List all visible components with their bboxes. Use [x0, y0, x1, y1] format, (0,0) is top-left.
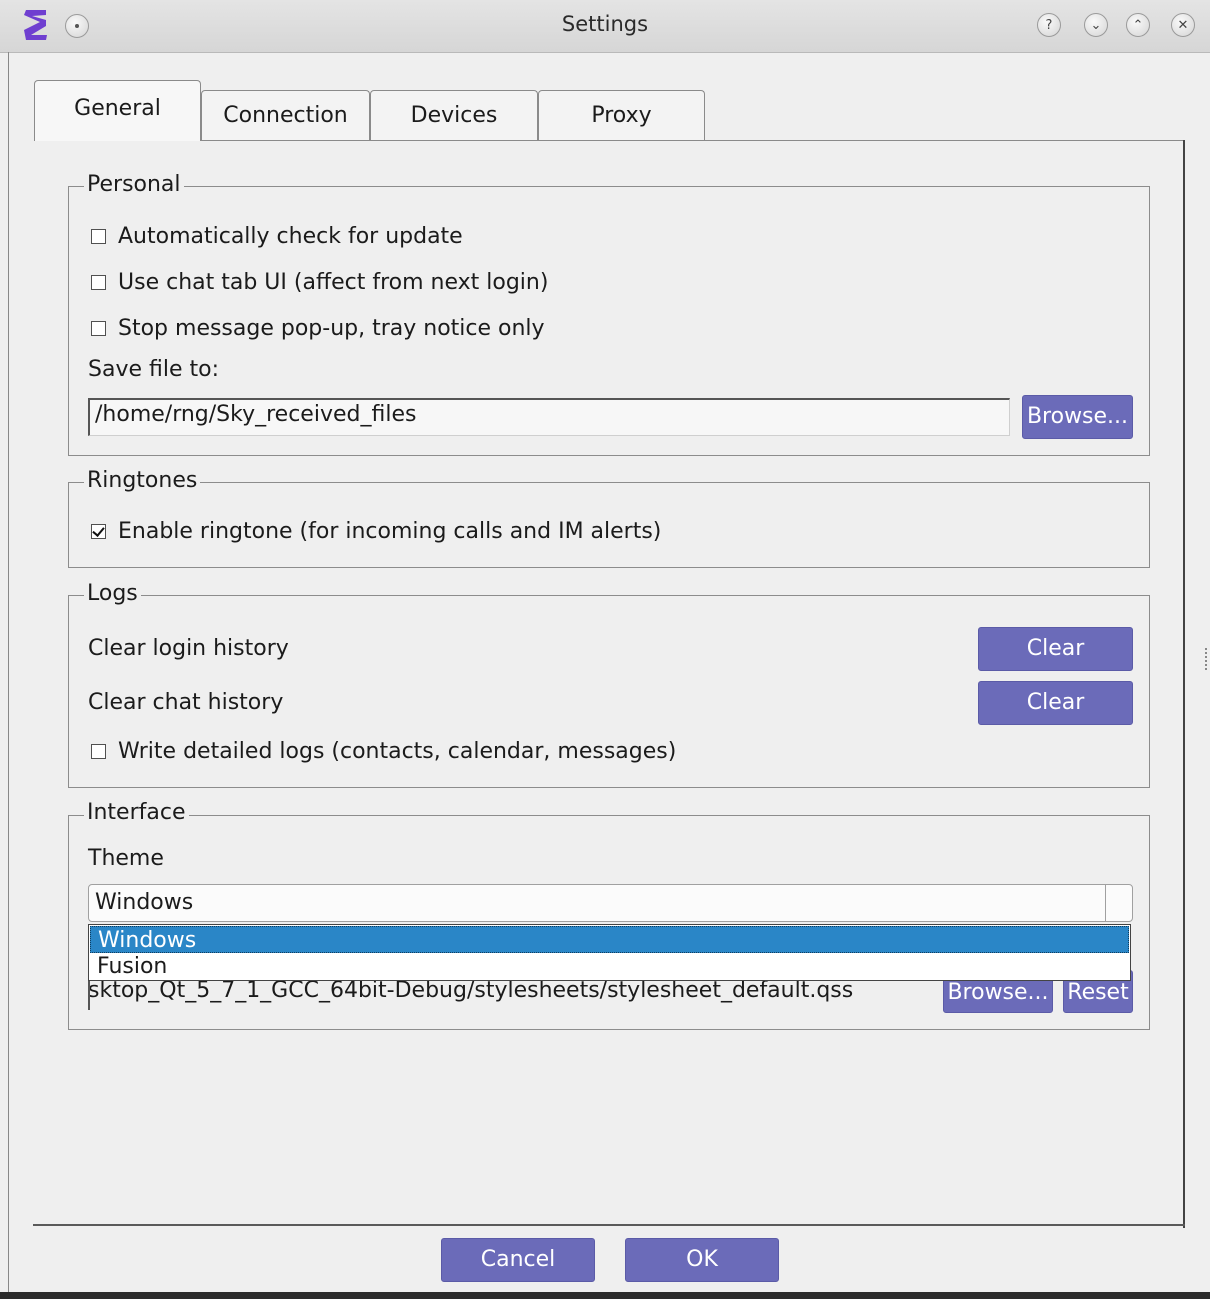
cancel-button[interactable]: Cancel [441, 1238, 595, 1282]
personal-group-title: Personal [84, 172, 184, 198]
resize-grip[interactable] [1205, 648, 1209, 670]
auto-update-checkbox[interactable] [91, 229, 106, 244]
ringtones-group-title: Ringtones [84, 468, 201, 494]
chevron-down-icon[interactable] [1105, 885, 1132, 921]
tab-proxy[interactable]: Proxy [538, 90, 705, 141]
detailed-logs-label[interactable]: Write detailed logs (contacts, calendar,… [118, 739, 676, 765]
stop-popup-checkbox[interactable] [91, 321, 106, 336]
theme-option-windows[interactable]: Windows [90, 926, 1129, 953]
window-title: Settings [561, 12, 649, 36]
interface-group-title: Interface [84, 800, 189, 826]
clear-chat-button[interactable]: Clear [978, 681, 1133, 725]
close-icon[interactable]: ✕ [1171, 13, 1195, 37]
theme-combobox-value: Windows [95, 890, 194, 915]
save-file-label: Save file to: [88, 357, 219, 382]
footer-divider [33, 1224, 1185, 1226]
title-bar: Settings ? ⌄ ⌃ ✕ [0, 0, 1210, 53]
chat-tab-label[interactable]: Use chat tab UI (affect from next login) [118, 270, 548, 296]
window-frame-left [8, 52, 9, 1297]
clear-login-label: Clear login history [88, 636, 289, 661]
clear-login-button[interactable]: Clear [978, 627, 1133, 671]
enable-ringtone-label[interactable]: Enable ringtone (for incoming calls and … [118, 519, 661, 545]
tab-general[interactable]: General [34, 80, 201, 141]
enable-ringtone-checkbox[interactable] [91, 524, 106, 539]
tab-connection[interactable]: Connection [201, 90, 370, 141]
ok-button[interactable]: OK [625, 1238, 779, 1282]
tab-pane-border [200, 140, 1184, 141]
auto-update-label[interactable]: Automatically check for update [118, 224, 463, 250]
help-icon[interactable]: ? [1037, 13, 1061, 37]
tab-devices[interactable]: Devices [370, 90, 538, 141]
theme-option-fusion[interactable]: Fusion [90, 953, 1129, 980]
maximize-icon[interactable]: ⌃ [1126, 13, 1150, 37]
chat-tab-checkbox[interactable] [91, 275, 106, 290]
detailed-logs-checkbox[interactable] [91, 744, 106, 759]
theme-dropdown-list: Windows Fusion [88, 924, 1131, 981]
tab-pane-edge [1183, 140, 1185, 1228]
logs-group-title: Logs [84, 581, 141, 607]
theme-combobox[interactable]: Windows [88, 884, 1133, 922]
save-path-input[interactable]: /home/rng/Sky_received_files [88, 398, 1010, 436]
minimize-icon[interactable]: ⌄ [1084, 13, 1108, 37]
save-path-browse-button[interactable]: Browse... [1022, 395, 1133, 439]
clear-chat-label: Clear chat history [88, 690, 284, 715]
theme-label: Theme [88, 846, 164, 871]
stop-popup-label[interactable]: Stop message pop-up, tray notice only [118, 316, 545, 342]
window-bottom-edge [0, 1292, 1210, 1299]
